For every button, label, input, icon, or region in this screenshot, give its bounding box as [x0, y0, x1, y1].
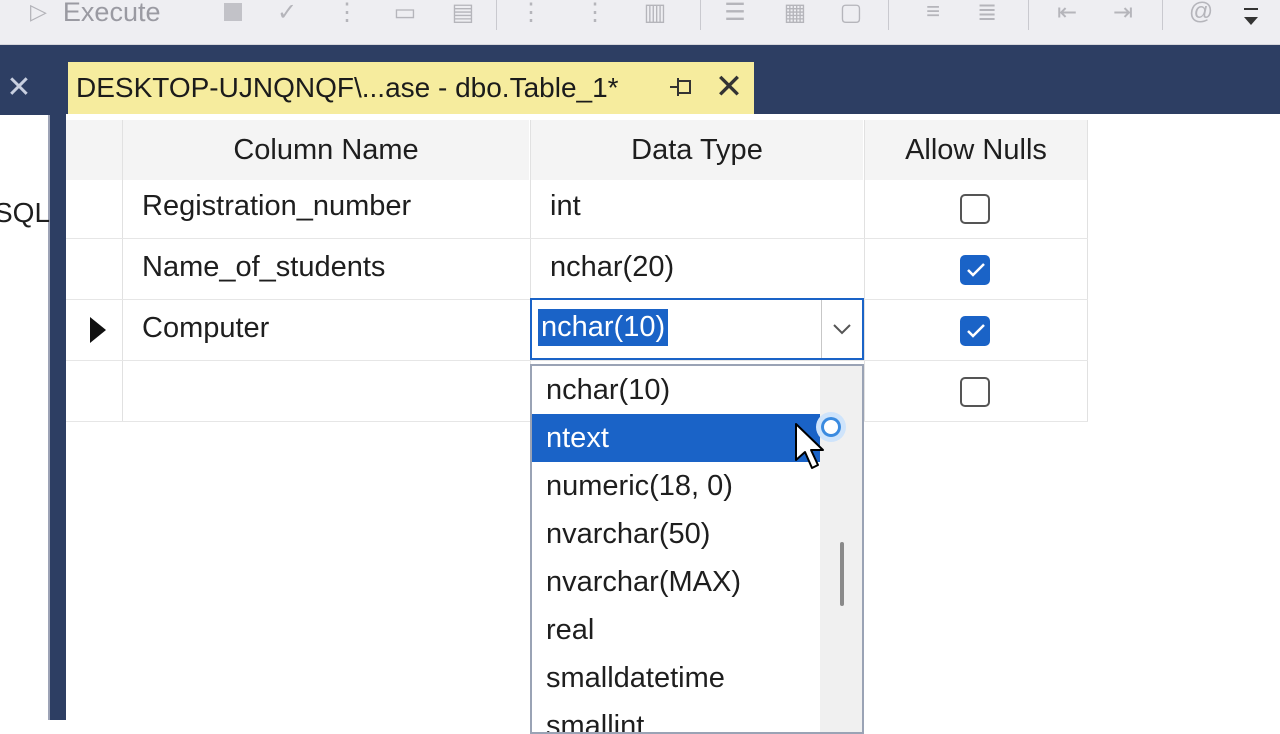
dropdown-option-highlighted[interactable]: ntext	[532, 414, 820, 462]
overflow-icon[interactable]	[1244, 8, 1258, 30]
close-icon[interactable]: ✕	[4, 73, 34, 103]
indent-icon[interactable]: ≣	[972, 0, 1002, 28]
row-header-corner	[66, 120, 122, 180]
pin-icon[interactable]	[668, 74, 694, 100]
increase-indent-icon[interactable]: ▦	[780, 0, 810, 28]
dropdown-option[interactable]: nchar(10)	[532, 366, 820, 414]
column-name-cell[interactable]: Computer	[142, 312, 269, 345]
data-type-dropdown-list[interactable]: nchar(10) ntext numeric(18, 0) nvarchar(…	[530, 364, 864, 734]
grid-line	[66, 360, 1088, 361]
grid-line	[122, 120, 123, 422]
current-row-indicator-icon	[90, 317, 106, 343]
comment-icon[interactable]: ⋮	[516, 0, 546, 28]
data-type-combobox[interactable]: nchar(10)	[530, 298, 864, 360]
dropdown-option[interactable]: smalldatetime	[532, 654, 820, 702]
column-header-label: Data Type	[631, 133, 763, 166]
close-icon[interactable]: ✕	[714, 70, 744, 104]
column-name-cell[interactable]: Registration_number	[142, 190, 411, 223]
column-header-name: Column Name	[123, 120, 529, 180]
align-icon[interactable]: ≡	[918, 0, 948, 28]
results-text-icon[interactable]: ▭	[390, 0, 420, 28]
decrease-indent-icon[interactable]: ☰	[720, 0, 750, 28]
chevron-down-icon	[833, 324, 851, 335]
grid-line	[66, 238, 1088, 239]
column-name-cell[interactable]: Name_of_students	[142, 251, 385, 284]
document-tab[interactable]: DESKTOP-UJNQNQF\...ase - dbo.Table_1* ✕	[68, 62, 754, 114]
allow-nulls-checkbox[interactable]	[960, 316, 990, 346]
toolbar-separator	[1162, 0, 1163, 30]
grid-line	[864, 120, 865, 422]
toolbar-separator	[1028, 0, 1029, 30]
data-type-value[interactable]: nchar(10)	[538, 309, 669, 346]
execute-button[interactable]: ▷ Execute	[30, 0, 160, 30]
left-panel: SQL	[0, 115, 50, 720]
specify-values-icon[interactable]: ▢	[836, 0, 866, 28]
dropdown-option[interactable]: nvarchar(50)	[532, 510, 820, 558]
allow-nulls-checkbox[interactable]	[960, 377, 990, 407]
left-panel-text: SQL	[0, 197, 51, 228]
column-header-nulls: Allow Nulls	[865, 120, 1087, 180]
toolbar-separator	[888, 0, 889, 30]
dropdown-option[interactable]: smallint	[532, 702, 820, 732]
allow-nulls-checkbox[interactable]	[960, 255, 990, 285]
document-tab-title: DESKTOP-UJNQNQF\...ase - dbo.Table_1*	[76, 72, 619, 103]
dropdown-button[interactable]	[821, 300, 862, 358]
grid-line	[1087, 120, 1088, 422]
results-file-icon[interactable]: ▥	[640, 0, 670, 28]
check-icon	[967, 324, 985, 338]
data-type-cell[interactable]: nchar(20)	[550, 251, 674, 284]
check-icon	[967, 263, 985, 277]
query-options-icon[interactable]: ⋮	[332, 0, 362, 28]
dropdown-option[interactable]: nvarchar(MAX)	[532, 558, 820, 606]
execute-icon: ▷	[30, 0, 47, 24]
toolbar-separator	[700, 0, 701, 30]
results-grid-icon[interactable]: ▤	[448, 0, 478, 28]
column-header-label: Column Name	[233, 133, 419, 166]
outdent-icon[interactable]: ⇤	[1052, 0, 1082, 28]
mouse-cursor-icon	[795, 423, 824, 469]
dropdown-option[interactable]: numeric(18, 0)	[532, 462, 820, 510]
allow-nulls-checkbox[interactable]	[960, 194, 990, 224]
toolbar-separator	[496, 0, 497, 30]
stop-icon[interactable]	[218, 0, 248, 28]
table-designer: Column Name Data Type Allow Nulls Regist…	[66, 114, 1280, 734]
dropdown-option[interactable]: real	[532, 606, 820, 654]
execute-label: Execute	[62, 0, 161, 27]
mention-icon[interactable]: @	[1186, 0, 1216, 28]
check-icon[interactable]: ✓	[272, 0, 302, 28]
toolbar: ▷ Execute ✓ ⋮ ▭ ▤ ⋮ ⋮ ▥ ☰ ▦ ▢ ≡ ≣ ⇤ ⇥ @	[0, 0, 1280, 45]
uncomment-icon[interactable]: ⋮	[580, 0, 610, 28]
scrollbar-thumb[interactable]	[840, 542, 844, 606]
column-header-type: Data Type	[531, 120, 863, 180]
column-header-label: Allow Nulls	[905, 133, 1047, 166]
data-type-cell[interactable]: int	[550, 190, 581, 223]
tab-right-icon[interactable]: ⇥	[1108, 0, 1138, 28]
